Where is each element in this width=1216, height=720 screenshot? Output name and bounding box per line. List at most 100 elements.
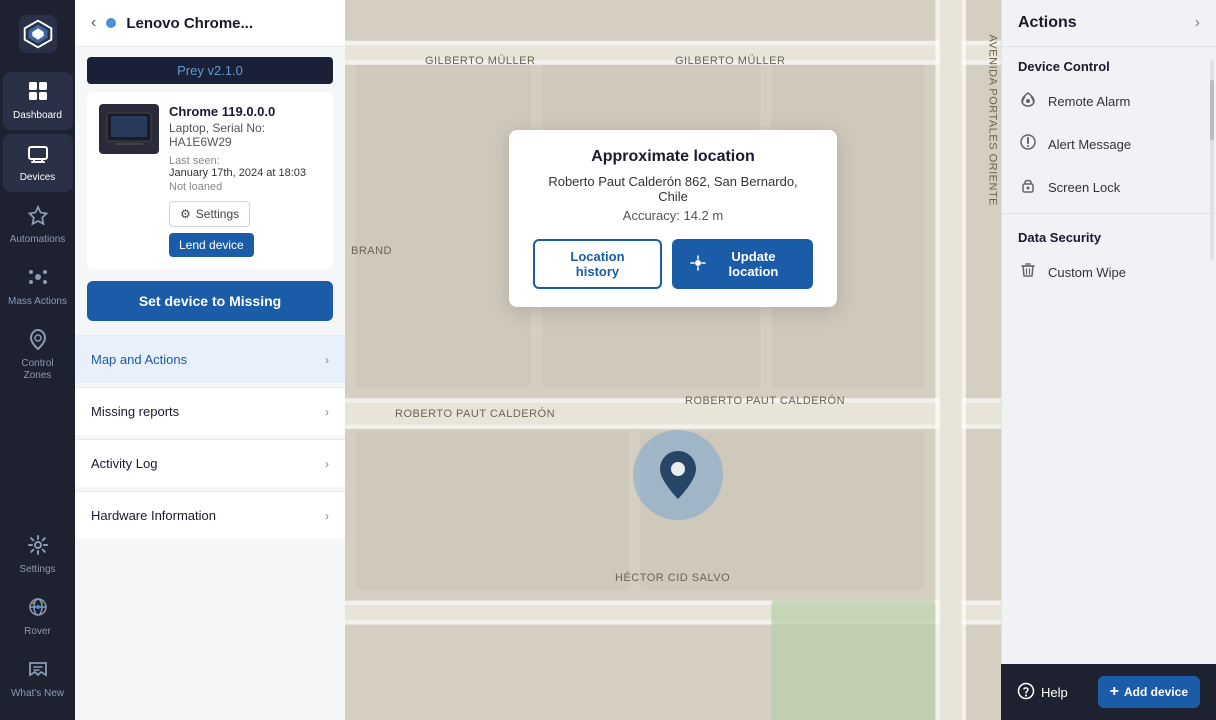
help-circle-icon [1017,682,1035,703]
popup-address: Roberto Paut Calderón 862, San Bernardo,… [533,174,813,204]
screen-lock-item[interactable]: Screen Lock [1002,166,1216,209]
set-missing-button[interactable]: Set device to Missing [87,281,333,321]
add-device-button[interactable]: + Add device [1098,676,1200,708]
popup-accuracy: Accuracy: 14.2 m [533,208,813,223]
sidebar-item-rover[interactable]: Rover [3,588,73,646]
device-thumbnail [99,104,159,154]
data-security-title: Data Security [1002,218,1216,251]
prey-version-badge: Prey v2.1.0 [87,57,333,84]
popup-actions: Location history Update location [533,239,813,289]
control-zones-icon [27,328,49,354]
accordion-missing-chevron: › [325,405,329,419]
accordion-map-chevron: › [325,353,329,367]
map-marker [633,430,723,520]
device-type: Laptop, Serial No: HA1E6W29 [169,121,321,149]
whats-new-icon [27,658,49,684]
accordion-activity-chevron: › [325,457,329,471]
alert-message-icon [1018,133,1038,156]
device-status-indicator [106,18,116,28]
update-location-icon [690,255,706,274]
marker-radius-circle [633,430,723,520]
settings-button[interactable]: ⚙ Settings [169,201,250,227]
bottom-action-bar: Help + Add device [1001,664,1216,720]
device-panel: ‹ Lenovo Chrome... Prey v2.1.0 Chrome 11… [75,0,345,720]
alert-message-item[interactable]: Alert Message [1002,123,1216,166]
right-panel: Actions › Device Control Remote Alarm Al… [1001,0,1216,720]
accordion-map-actions-header[interactable]: Map and Actions › [75,336,345,383]
device-model: Chrome 119.0.0.0 [169,104,321,119]
street-label-gilberto-1: GILBERTO MÜLLER [425,55,535,67]
device-last-seen: Last seen: January 17th, 2024 at 18:03 [169,155,321,179]
device-details: Chrome 119.0.0.0 Laptop, Serial No: HA1E… [169,104,321,257]
accordion-missing-reports-header[interactable]: Missing reports › [75,388,345,435]
sidebar-item-control-zones[interactable]: Control Zones [3,320,73,390]
settings-icon [27,534,49,560]
custom-wipe-item[interactable]: Custom Wipe [1002,251,1216,294]
update-location-button[interactable]: Update location [672,239,813,289]
custom-wipe-icon [1018,261,1038,284]
sidebar-item-mass-actions-label: Mass Actions [8,296,67,308]
location-pin-icon [656,449,700,501]
device-control-title: Device Control [1002,47,1216,80]
sidebar-item-devices-label: Devices [20,172,56,184]
sidebar-item-whats-new-label: What's New [11,688,64,700]
sidebar-item-automations[interactable]: Automations [3,196,73,254]
popup-title: Approximate location [533,148,813,166]
street-label-gilberto-2: GILBERTO MÜLLER [675,55,785,67]
location-history-button[interactable]: Location history [533,239,662,289]
device-info-card: Chrome 119.0.0.0 Laptop, Serial No: HA1E… [87,92,333,269]
scrollbar-track [1210,60,1214,260]
sidebar-item-whats-new[interactable]: What's New [3,650,73,708]
street-label-brand: BRAND [351,245,392,257]
remote-alarm-item[interactable]: Remote Alarm [1002,80,1216,123]
plus-icon: + [1110,683,1119,701]
sidebar-item-control-zones-label: Control Zones [7,358,69,382]
devices-icon [27,142,49,168]
sidebar-item-settings[interactable]: Settings [3,526,73,584]
sidebar-item-settings-label: Settings [19,564,55,576]
location-popup: Approximate location Roberto Paut Calder… [509,130,837,307]
back-button[interactable]: ‹ [91,14,96,32]
alert-message-label: Alert Message [1048,137,1131,152]
custom-wipe-label: Custom Wipe [1048,265,1126,280]
street-label-roberto-2: ROBERTO PAUT CALDERÓN [685,395,845,407]
sidebar-item-mass-actions[interactable]: Mass Actions [3,258,73,316]
lend-device-button[interactable]: Lend device [169,233,254,257]
accordion-activity-log-header[interactable]: Activity Log › [75,440,345,487]
mass-actions-icon [27,266,49,292]
screen-lock-label: Screen Lock [1048,180,1120,195]
scrollbar-thumb [1210,80,1214,140]
automations-icon [27,204,49,230]
sidebar-item-dashboard-label: Dashboard [13,110,62,122]
help-button[interactable]: Help [1017,682,1068,703]
actions-chevron-icon: › [1195,14,1200,32]
dashboard-icon [27,80,49,106]
rover-icon [27,596,49,622]
sidebar-item-rover-label: Rover [24,626,51,638]
prey-logo [16,12,60,56]
accordion-activity-log: Activity Log › [75,439,345,487]
settings-gear-icon: ⚙ [180,207,191,221]
sidebar-item-devices[interactable]: Devices [3,134,73,192]
street-label-roberto-1: ROBERTO PAUT CALDERÓN [395,408,555,420]
street-label-hector: HÉCTOR CID SALVO [615,572,730,584]
actions-header: Actions › [1002,0,1216,47]
remote-alarm-icon [1018,90,1038,113]
accordion-map-actions: Map and Actions › [75,335,345,383]
map-background: GILBERTO MÜLLER GILBERTO MÜLLER BRAND RO… [345,0,1001,720]
street-label-avenida: AVENIDA PORTALES ORIENTE [987,34,999,206]
accordion-hardware-info: Hardware Information › [75,491,345,539]
remote-alarm-label: Remote Alarm [1048,94,1130,109]
device-loaned-status: Not loaned [169,181,321,193]
actions-title: Actions [1018,14,1077,32]
sidebar: Dashboard Devices Automations [0,0,75,720]
accordion-hardware-chevron: › [325,509,329,523]
map-container: GILBERTO MÜLLER GILBERTO MÜLLER BRAND RO… [345,0,1001,720]
panel-divider [1002,213,1216,214]
sidebar-item-automations-label: Automations [10,234,66,246]
sidebar-item-dashboard[interactable]: Dashboard [3,72,73,130]
screen-lock-icon [1018,176,1038,199]
accordion-missing-reports: Missing reports › [75,387,345,435]
device-name: Lenovo Chrome... [126,15,253,32]
accordion-hardware-info-header[interactable]: Hardware Information › [75,492,345,539]
